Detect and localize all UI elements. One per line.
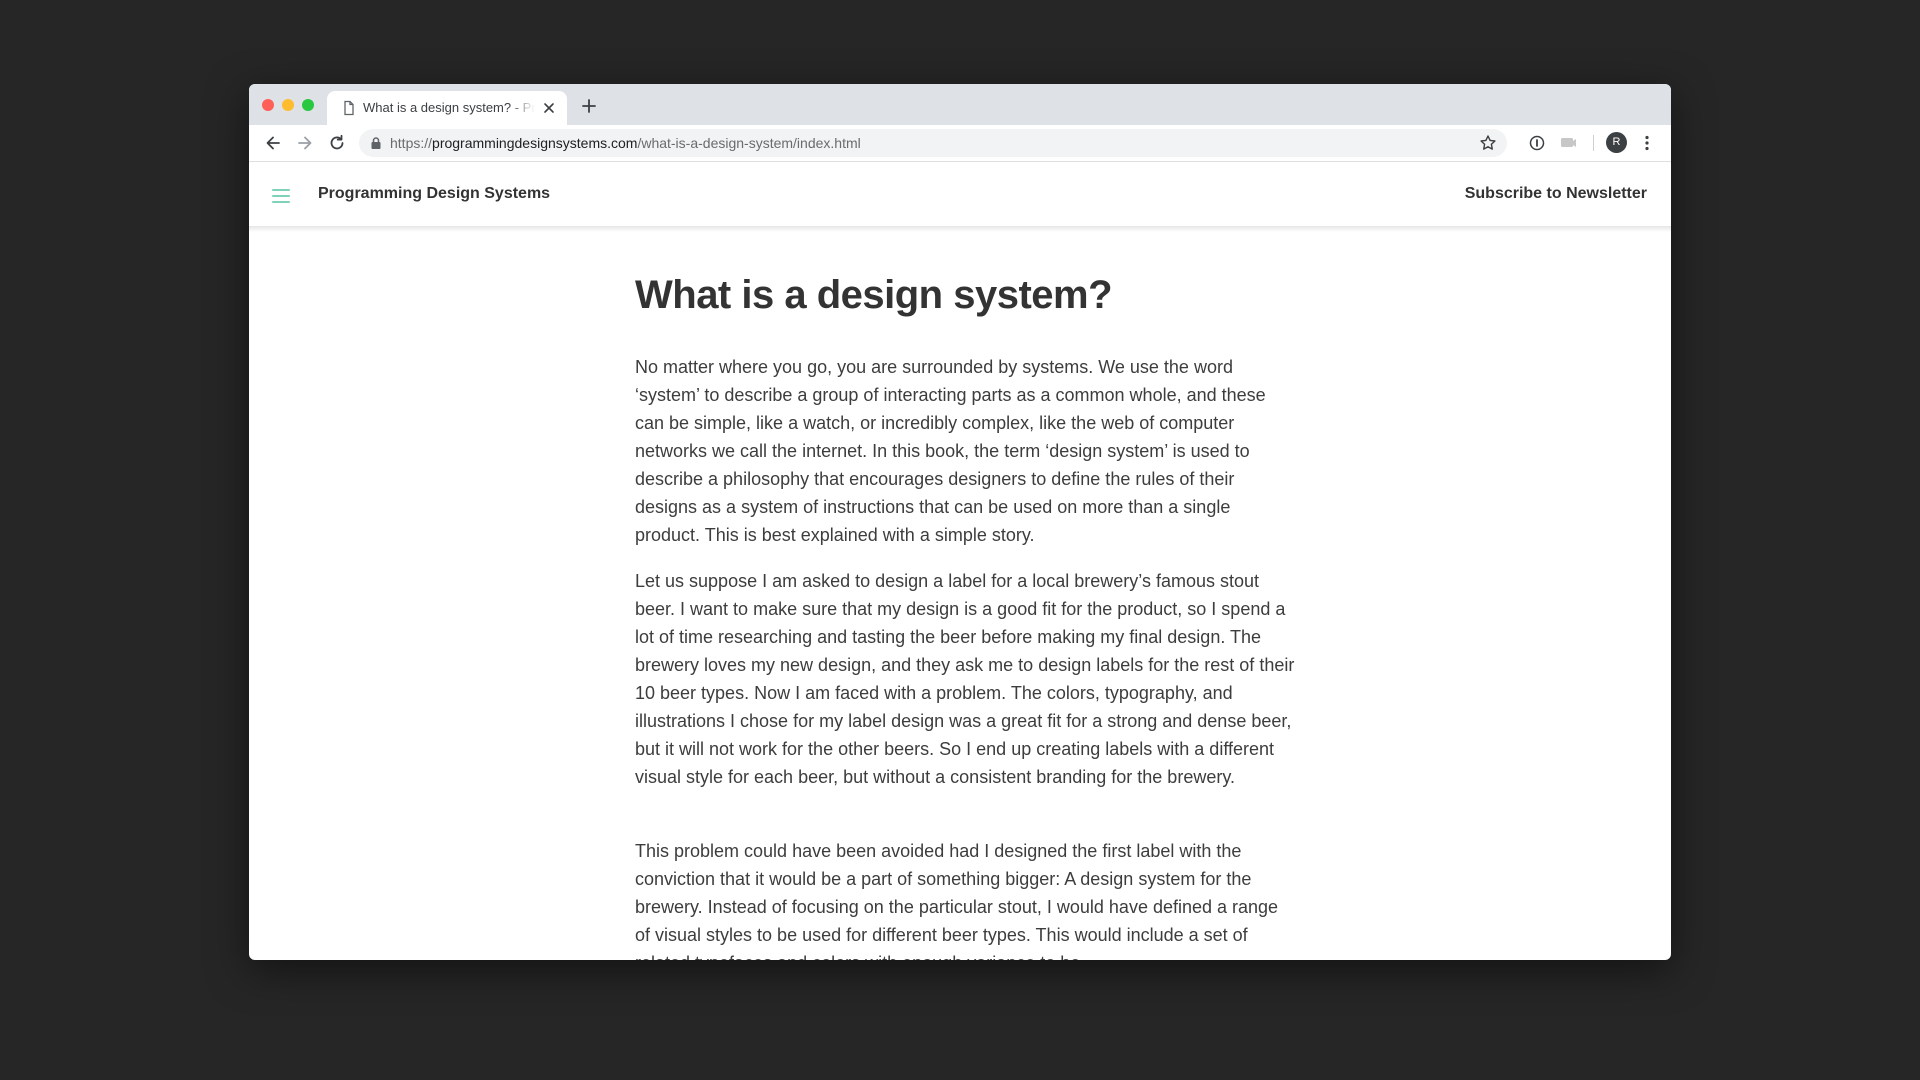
window-maximize-button[interactable]: [302, 99, 314, 111]
article-paragraph: This problem could have been avoided had…: [635, 841, 1279, 960]
address-bar[interactable]: https://programmingdesignsystems.com/wha…: [359, 129, 1507, 157]
url-path: /what-is-a-design-system/index.html: [637, 135, 861, 151]
browser-tab-active[interactable]: What is a design system? - Programming D…: [327, 91, 567, 125]
profile-avatar[interactable]: R: [1606, 132, 1627, 153]
window-close-button[interactable]: [262, 99, 274, 111]
close-icon[interactable]: [541, 100, 557, 116]
hamburger-menu-icon[interactable]: [272, 189, 290, 203]
tab-title: What is a design system? - Programming D…: [363, 100, 535, 115]
new-tab-icon[interactable]: [579, 96, 599, 116]
article-paragraph: Let us suppose I am asked to design a la…: [635, 571, 1295, 787]
back-arrow-icon[interactable]: [263, 133, 283, 153]
reload-icon[interactable]: [327, 133, 347, 153]
url-text: https://programmingdesignsystems.com/wha…: [390, 135, 861, 151]
info-extension-icon[interactable]: [1527, 133, 1547, 153]
forward-arrow-icon[interactable]: [295, 133, 315, 153]
url-host: programmingdesignsystems.com: [432, 135, 638, 151]
toolbar-divider: [1593, 135, 1594, 151]
window-minimize-button[interactable]: [282, 99, 294, 111]
tab-strip: What is a design system? - Programming D…: [249, 84, 1671, 125]
browser-toolbar: https://programmingdesignsystems.com/wha…: [249, 125, 1671, 162]
site-title[interactable]: Programming Design Systems: [318, 185, 550, 203]
article-heading: What is a design system?: [635, 273, 1113, 317]
url-scheme: https://: [390, 135, 433, 151]
cast-extension-icon[interactable]: [1558, 133, 1578, 153]
more-menu-icon[interactable]: [1637, 133, 1657, 153]
header-shadow: [249, 226, 1671, 232]
subscribe-newsletter-link[interactable]: Subscribe to Newsletter: [1465, 185, 1647, 203]
browser-window: What is a design system? - Programming D…: [249, 84, 1671, 960]
article: What is a design system? No matter where…: [635, 271, 1295, 960]
article-paragraph: No matter where you go, you are surround…: [635, 357, 1266, 545]
document-icon: [344, 100, 354, 116]
bookmark-star-icon[interactable]: [1479, 134, 1497, 152]
lock-icon: [371, 137, 381, 149]
page-viewport: Programming Design Systems Subscribe to …: [249, 162, 1671, 960]
